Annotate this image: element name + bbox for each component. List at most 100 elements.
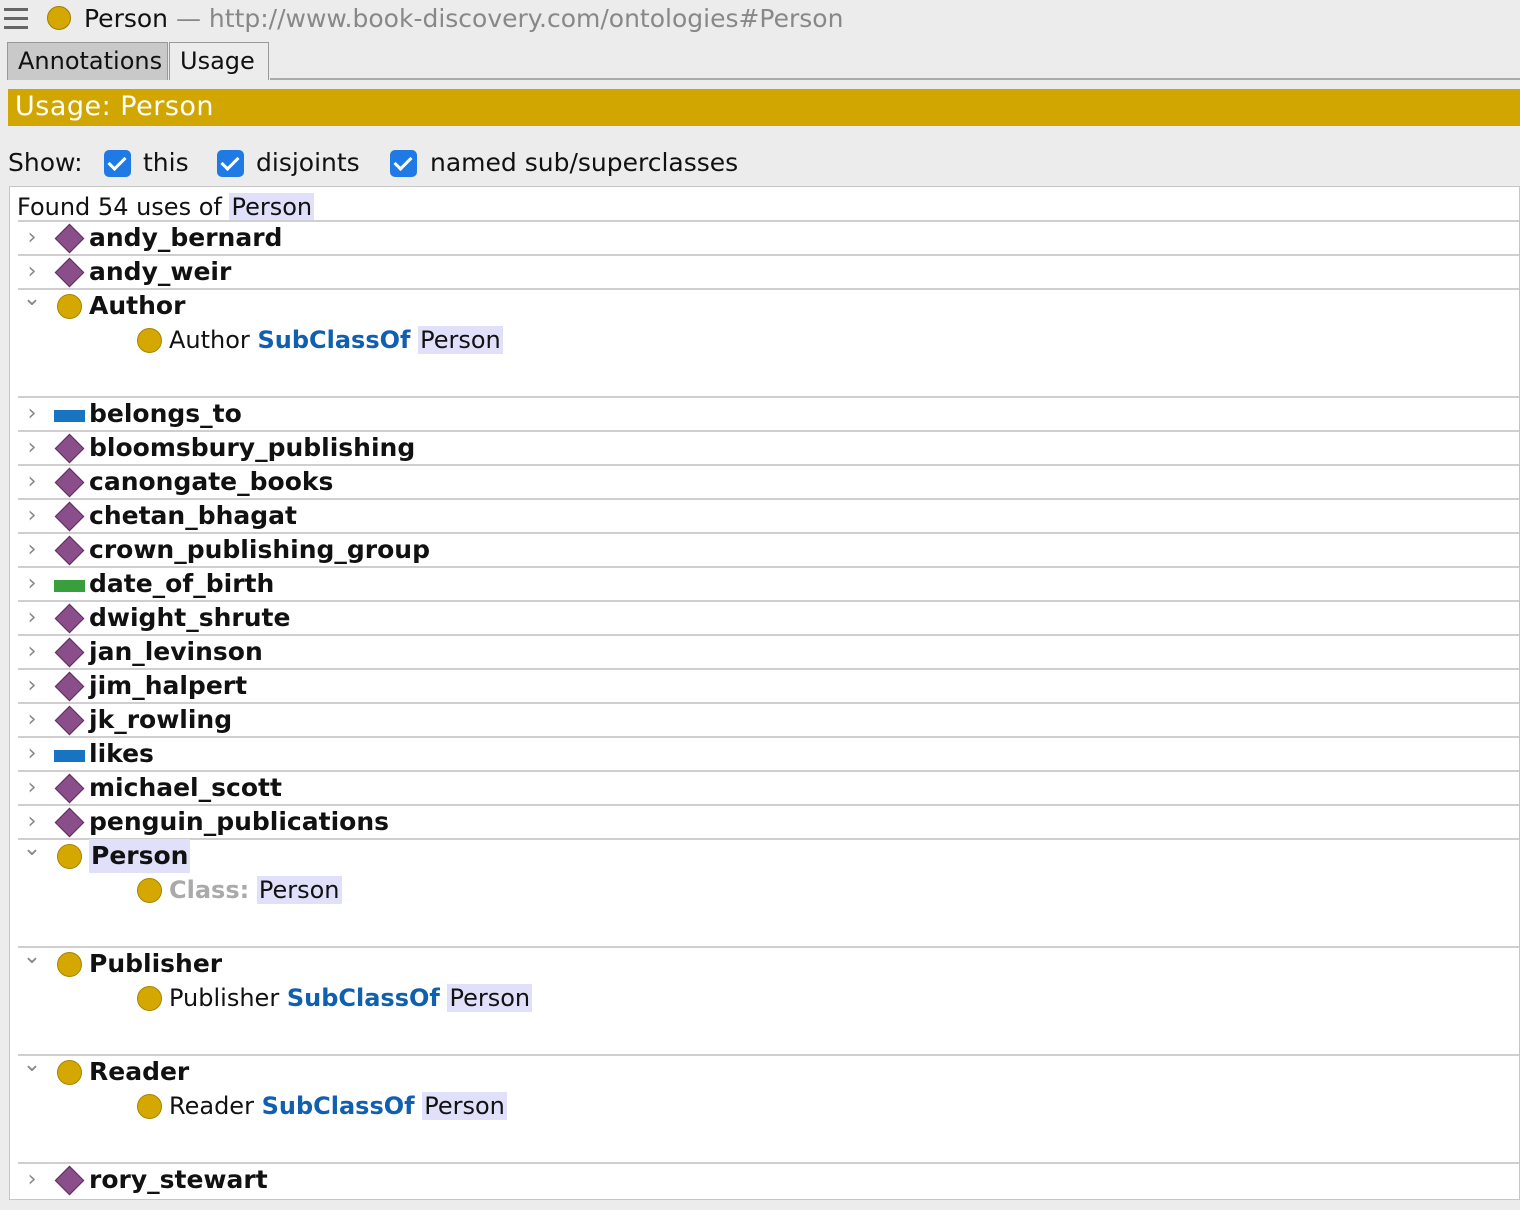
expanded-usage-item[interactable]: ⌄ Reader <box>10 1052 1519 1089</box>
chevron-right-icon[interactable]: › <box>22 434 42 462</box>
tab-usage[interactable]: Usage <box>169 42 269 80</box>
class-icon <box>137 328 162 353</box>
individual-icon <box>54 637 85 668</box>
axiom-subject: Author <box>169 326 250 354</box>
usage-item[interactable]: › michael_scott <box>10 771 1519 805</box>
axiom-row[interactable]: Publisher SubClassOf Person <box>10 981 1519 1015</box>
usage-item[interactable]: › belongs_to <box>10 397 1519 431</box>
axiom-keyword: SubClassOf <box>261 1092 415 1120</box>
found-prefix: Found 54 uses of <box>17 193 222 221</box>
usage-item[interactable]: › andy_weir <box>10 255 1519 289</box>
chevron-right-icon[interactable]: › <box>22 1166 42 1194</box>
usage-item[interactable]: › chetan_bhagat <box>10 499 1519 533</box>
hamburger-menu-icon[interactable] <box>4 8 28 30</box>
axiom-keyword: Class: <box>169 876 250 904</box>
usage-item-label: belongs_to <box>89 399 242 428</box>
class-icon <box>57 844 82 869</box>
individual-icon <box>54 501 85 532</box>
class-icon <box>47 6 71 30</box>
axiom-subject: Publisher <box>169 984 280 1012</box>
object-property-icon <box>54 750 85 762</box>
chevron-right-icon[interactable]: › <box>22 570 42 598</box>
entity-title: Person — http://www.book-discovery.com/o… <box>84 4 843 34</box>
chevron-down-icon[interactable]: ⌄ <box>22 835 42 863</box>
chevron-right-icon[interactable]: › <box>22 258 42 286</box>
title-separator: — <box>168 4 209 33</box>
usage-item-label: date_of_birth <box>89 569 275 598</box>
usage-item[interactable]: › canongate_books <box>10 465 1519 499</box>
usage-item[interactable]: › bloomsbury_publishing <box>10 431 1519 465</box>
axiom-text: Class: Person <box>169 873 342 907</box>
axiom-row[interactable]: Class: Person <box>10 873 1519 907</box>
chevron-right-icon[interactable]: › <box>22 774 42 802</box>
class-icon <box>137 878 162 903</box>
tab-annotations[interactable]: Annotations <box>7 42 168 80</box>
entity-iri: http://www.book-discovery.com/ontologies… <box>208 4 844 33</box>
entity-name: Person <box>84 4 169 33</box>
usage-item-label: chetan_bhagat <box>89 501 297 530</box>
disjoints-checkbox[interactable] <box>217 150 244 177</box>
individual-icon <box>54 773 85 804</box>
expanded-usage-item[interactable]: ⌄ Publisher <box>10 944 1519 981</box>
axiom-row[interactable]: Reader SubClassOf Person <box>10 1089 1519 1123</box>
chevron-down-icon[interactable]: ⌄ <box>22 285 42 313</box>
axiom-object: Person <box>418 326 503 354</box>
chevron-right-icon[interactable]: › <box>22 706 42 734</box>
usage-item-label: Person <box>89 839 191 873</box>
usage-item[interactable]: › date_of_birth <box>10 567 1519 601</box>
this-checkbox-label[interactable]: this <box>143 148 189 177</box>
chevron-right-icon[interactable]: › <box>22 672 42 700</box>
usage-header: Usage: Person <box>8 89 1520 126</box>
usage-item-label: michael_scott <box>89 773 282 802</box>
chevron-right-icon[interactable]: › <box>22 502 42 530</box>
individual-icon <box>54 807 85 838</box>
individual-icon <box>54 535 85 566</box>
axiom-row[interactable]: Author SubClassOf Person <box>10 323 1519 357</box>
class-icon <box>137 986 162 1011</box>
chevron-down-icon[interactable]: ⌄ <box>22 943 42 971</box>
disjoints-checkbox-label[interactable]: disjoints <box>256 148 360 177</box>
usage-header-title: Usage: Person <box>15 91 215 122</box>
usage-item[interactable]: › penguin_publications <box>10 805 1519 839</box>
individual-icon <box>54 257 85 288</box>
expanded-usage-item[interactable]: ⌄ Author <box>10 286 1519 323</box>
usage-list[interactable]: Found 54 uses of Person › andy_bernard › an… <box>9 186 1520 1200</box>
usage-item-label: jan_levinson <box>89 637 263 666</box>
named-sub-superclasses-checkbox-label[interactable]: named sub/superclasses <box>430 148 738 177</box>
usage-item-label: penguin_publications <box>89 807 389 836</box>
usage-item-label: jim_halpert <box>89 671 248 700</box>
usage-item[interactable]: › jan_levinson <box>10 635 1519 669</box>
usage-item-label: rory_stewart <box>89 1165 268 1194</box>
usage-item[interactable]: › crown_publishing_group <box>10 533 1519 567</box>
individual-icon <box>54 433 85 464</box>
axiom-keyword: SubClassOf <box>286 984 440 1012</box>
axiom-text: Publisher SubClassOf Person <box>169 981 533 1015</box>
chevron-down-icon[interactable]: ⌄ <box>22 1051 42 1079</box>
usage-item[interactable]: › likes <box>10 737 1519 771</box>
axiom-text: Author SubClassOf Person <box>169 323 503 357</box>
chevron-right-icon[interactable]: › <box>22 740 42 768</box>
found-entity: Person <box>229 193 315 221</box>
chevron-right-icon[interactable]: › <box>22 400 42 428</box>
usage-item[interactable]: › jim_halpert <box>10 669 1519 703</box>
class-icon <box>57 952 82 977</box>
usage-item-label: andy_weir <box>89 257 232 286</box>
this-checkbox[interactable] <box>104 150 131 177</box>
chevron-right-icon[interactable]: › <box>22 638 42 666</box>
axiom-text: Reader SubClassOf Person <box>169 1089 507 1123</box>
usage-item[interactable]: › andy_bernard <box>10 221 1519 255</box>
usage-item-label: dwight_shrute <box>89 603 291 632</box>
usage-item[interactable]: › jk_rowling <box>10 703 1519 737</box>
chevron-right-icon[interactable]: › <box>22 224 42 252</box>
named-sub-superclasses-checkbox[interactable] <box>390 150 417 177</box>
chevron-right-icon[interactable]: › <box>22 808 42 836</box>
chevron-right-icon[interactable]: › <box>22 604 42 632</box>
tab-divider <box>270 78 1520 80</box>
chevron-right-icon[interactable]: › <box>22 468 42 496</box>
individual-icon <box>54 1165 85 1196</box>
usage-item[interactable]: › rory_stewart <box>10 1163 1519 1197</box>
chevron-right-icon[interactable]: › <box>22 536 42 564</box>
title-bar: Person — http://www.book-discovery.com/o… <box>0 0 1520 40</box>
expanded-usage-item[interactable]: ⌄ Person <box>10 836 1519 873</box>
usage-item[interactable]: › dwight_shrute <box>10 601 1519 635</box>
